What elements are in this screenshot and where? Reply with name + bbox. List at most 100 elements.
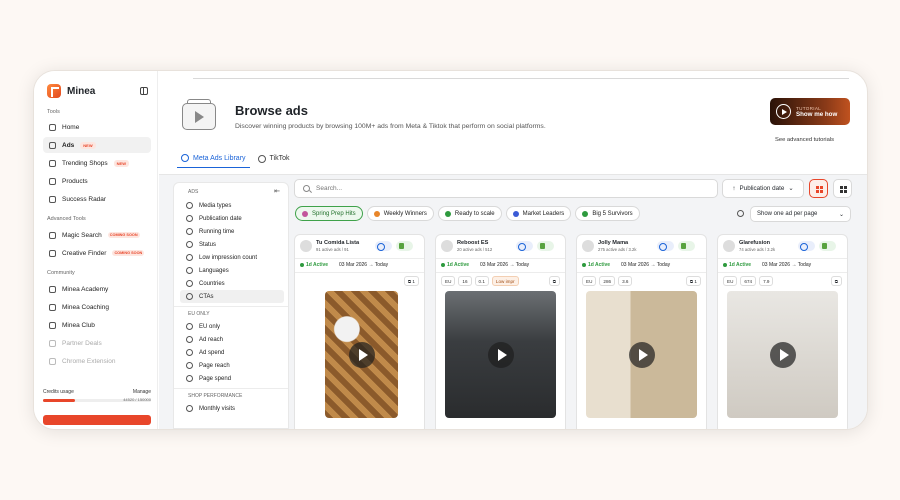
- clock-icon: [186, 228, 193, 235]
- filter-publication-date[interactable]: Publication date: [180, 212, 284, 225]
- manage-credits-link[interactable]: Manage: [133, 389, 151, 395]
- box-icon: [49, 177, 56, 185]
- filter-eu-only[interactable]: EU only: [180, 320, 284, 333]
- upgrade-button[interactable]: [43, 415, 151, 425]
- search-input[interactable]: [316, 185, 696, 192]
- chip-spring-prep-hits[interactable]: Spring Prep Hits: [295, 206, 363, 221]
- collapse-filters-icon[interactable]: ⇤: [274, 187, 280, 195]
- filter-media-types[interactable]: Media types: [180, 199, 284, 212]
- filter-status[interactable]: Status: [180, 238, 284, 251]
- advertiser-name[interactable]: Tu Comida Lista: [316, 240, 359, 246]
- meta-platform-icon[interactable]: [375, 241, 392, 251]
- sidebar-item-chrome-extension[interactable]: Chrome Extension: [43, 353, 151, 369]
- credits-progress-fill: [43, 399, 76, 402]
- chip-icon: [373, 210, 380, 217]
- advertiser-avatar: [582, 240, 594, 252]
- meta-platform-icon[interactable]: [516, 241, 533, 251]
- stat-badge: 16: [458, 276, 472, 286]
- chip-ready-to-scale[interactable]: Ready to scale: [437, 206, 502, 221]
- search-bar[interactable]: [294, 179, 718, 198]
- copies-badge[interactable]: ⧉ 1: [403, 276, 419, 286]
- stat-badge: 0.1: [474, 276, 489, 286]
- app-name: Minea: [67, 85, 96, 97]
- ad-card[interactable]: Tu Comida Lista 91 active ads / 91 1d Acti…: [294, 234, 425, 429]
- ads-icon: [49, 141, 56, 149]
- grid-view-button[interactable]: [809, 179, 828, 198]
- sidebar-item-success-radar[interactable]: Success Radar: [43, 191, 151, 207]
- copies-badge[interactable]: ⧉: [830, 276, 842, 286]
- stat-badge: 3.6: [618, 276, 633, 286]
- filter-ctas[interactable]: CTAs: [180, 290, 284, 303]
- ad-stats: EU 16 0.1 Low impr: [441, 276, 519, 286]
- info-icon: [737, 210, 744, 217]
- sort-label: Publication date: [739, 185, 785, 192]
- shopify-icon[interactable]: [537, 241, 554, 251]
- filter-label: Running time: [199, 228, 235, 235]
- shopify-icon[interactable]: [396, 241, 413, 251]
- filter-running-time[interactable]: Running time: [180, 225, 284, 238]
- ad-media-thumbnail[interactable]: [727, 291, 838, 418]
- copies-badge[interactable]: ⧉: [548, 276, 560, 286]
- ad-media-thumbnail[interactable]: [445, 291, 556, 418]
- advanced-tutorials-link[interactable]: See advanced tutorials: [775, 137, 834, 143]
- meta-platform-icon[interactable]: [798, 241, 815, 251]
- compact-view-button[interactable]: [833, 179, 852, 198]
- filter-ad-reach[interactable]: Ad reach: [180, 333, 284, 346]
- brand[interactable]: Minea: [47, 84, 95, 98]
- ad-media-thumbnail[interactable]: [325, 291, 398, 418]
- sidebar-item-partner-deals[interactable]: Partner Deals: [43, 335, 151, 351]
- magic-icon: [49, 231, 56, 239]
- sidebar-item-magic-search[interactable]: Magic Search COMING SOON: [43, 227, 151, 243]
- ad-card[interactable]: Reboost ES 20 active ads / 512 1d Active 03…: [435, 234, 566, 429]
- sidebar-item-home[interactable]: Home: [43, 119, 151, 135]
- sidebar-item-coaching[interactable]: Minea Coaching: [43, 299, 151, 315]
- play-icon[interactable]: [628, 341, 655, 368]
- filter-monthly-visits[interactable]: Monthly visits: [180, 402, 284, 415]
- copies-badge[interactable]: ⧉ 1: [685, 276, 701, 286]
- play-icon[interactable]: [348, 341, 375, 368]
- show-one-ad-dropdown[interactable]: Show one ad per page ⌄: [750, 206, 851, 222]
- advertiser-name[interactable]: Glarefusion: [739, 240, 770, 246]
- sort-dropdown[interactable]: ↑ Publication date ⌄: [722, 179, 804, 198]
- ad-card[interactable]: Jolly Mama 275 active ads / 3.2k 1d Active…: [576, 234, 707, 429]
- filter-countries[interactable]: Countries: [180, 277, 284, 290]
- ad-media-thumbnail[interactable]: [586, 291, 697, 418]
- sidebar-item-academy[interactable]: Minea Academy: [43, 281, 151, 297]
- deals-icon: [49, 339, 56, 347]
- filter-low-impression[interactable]: Low impression count: [180, 251, 284, 264]
- stat-badge: EU: [582, 276, 597, 286]
- chip-weekly-winners[interactable]: Weekly Winners: [366, 206, 434, 221]
- sidebar-item-label: Home: [62, 123, 80, 131]
- play-icon[interactable]: [487, 341, 514, 368]
- advertiser-name[interactable]: Reboost ES: [457, 240, 488, 246]
- filter-page-reach[interactable]: Page reach: [180, 359, 284, 372]
- tab-tiktok[interactable]: TikTok: [254, 151, 294, 168]
- play-icon[interactable]: [769, 341, 796, 368]
- tutorial-button[interactable]: TUTORIAL Show me how: [770, 98, 850, 125]
- filter-page-spend[interactable]: Page spend: [180, 372, 284, 385]
- sidebar-item-creative-finder[interactable]: Creative Finder COMING SOON: [43, 245, 151, 261]
- meta-platform-icon[interactable]: [657, 241, 674, 251]
- sidebar-item-trending-shops[interactable]: Trending Shops NEW: [43, 155, 151, 171]
- grid-icon: [816, 186, 823, 193]
- sidebar-item-club[interactable]: Minea Club: [43, 317, 151, 333]
- calendar-icon: [186, 215, 193, 222]
- sidebar-item-ads[interactable]: Ads NEW: [43, 137, 151, 153]
- filter-ad-spend[interactable]: Ad spend: [180, 346, 284, 359]
- filters-panel: ⇤ ADS Media types Publication date Runni…: [173, 182, 289, 429]
- advertiser-meta: 20 active ads / 512: [457, 247, 493, 252]
- sidebar-collapse-icon[interactable]: [140, 87, 148, 95]
- advertiser-name[interactable]: Jolly Mama: [598, 240, 628, 246]
- chip-icon: [512, 210, 519, 217]
- grid-icon: [840, 186, 847, 193]
- sidebar-item-label: Magic Search: [62, 231, 102, 239]
- sidebar-item-products[interactable]: Products: [43, 173, 151, 189]
- chip-big-5-survivors[interactable]: Big 5 Survivors: [575, 206, 640, 221]
- shopify-icon[interactable]: [678, 241, 695, 251]
- tab-meta-ads-library[interactable]: Meta Ads Library: [177, 151, 250, 168]
- shopify-icon[interactable]: [819, 241, 836, 251]
- filter-languages[interactable]: Languages: [180, 264, 284, 277]
- ad-card[interactable]: Glarefusion 74 active ads / 3.2k 1d Active…: [717, 234, 848, 429]
- app-window: Minea Tools Home Ads NEW Trending Shops NE…: [33, 70, 868, 430]
- chip-market-leaders[interactable]: Market Leaders: [505, 206, 572, 221]
